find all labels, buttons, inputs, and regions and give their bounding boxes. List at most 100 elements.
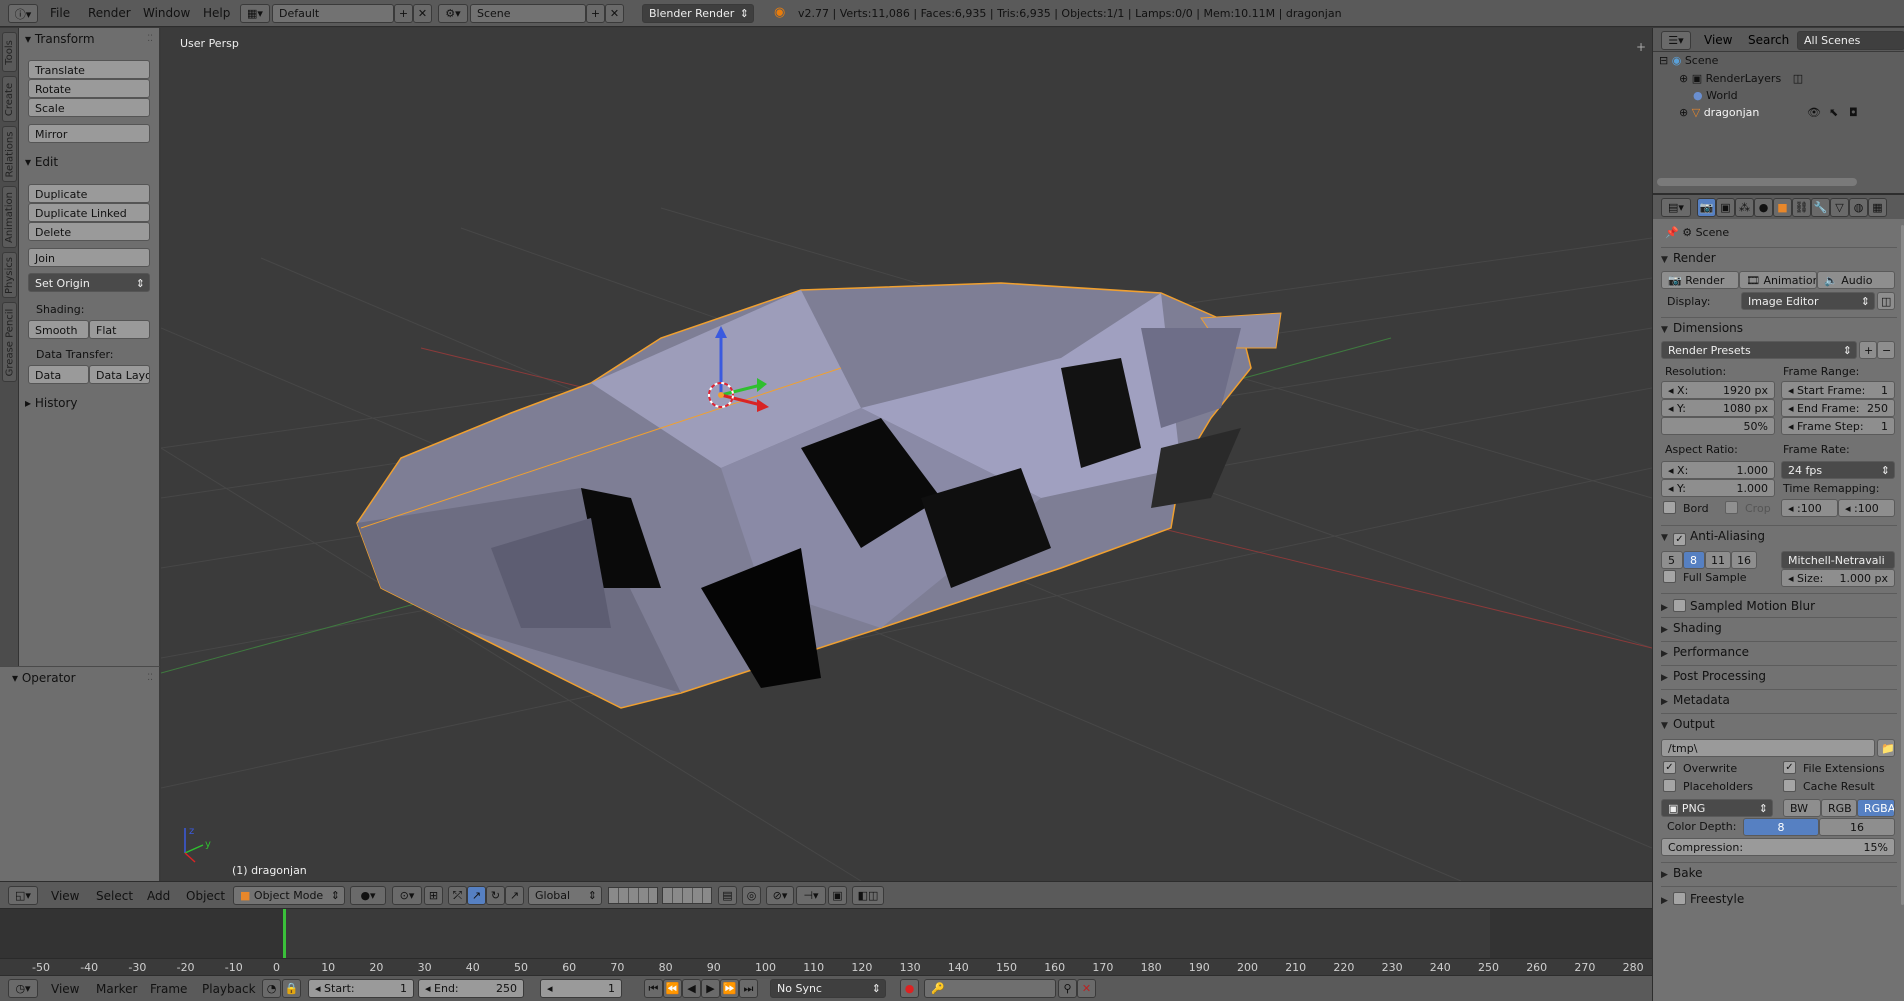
object-context-icon[interactable]: ■ <box>1773 198 1792 217</box>
translate-manipulator-icon[interactable]: ⤱ <box>448 886 467 905</box>
edit-panel-header[interactable]: ▾ Edit <box>25 155 58 169</box>
timeline-area[interactable]: -50 -40 -30 -20 -10 0 10 20 30 40 50 60 70 80 90 100 110… <box>0 908 1652 976</box>
cache-result-checkbox[interactable] <box>1783 779 1796 792</box>
record-icon[interactable]: ● <box>900 979 919 998</box>
shading-panel-header[interactable]: ▶ Shading <box>1661 617 1897 639</box>
resolution-y-field[interactable]: ◂ Y: 1080 px <box>1661 399 1775 417</box>
frame-step-field[interactable]: ◂ Frame Step: 1 <box>1781 417 1895 435</box>
aspect-x-field[interactable]: ◂ X: 1.000 <box>1661 461 1775 479</box>
play-reverse-icon[interactable]: ◀ <box>682 979 701 998</box>
remove-preset-icon[interactable]: − <box>1877 341 1895 359</box>
delete-scene-icon[interactable]: ✕ <box>605 4 624 23</box>
color-mode-rgb[interactable]: RGB <box>1821 799 1857 817</box>
viewport-shading-icon[interactable]: ●▾ <box>350 886 386 905</box>
start-frame-field[interactable]: ◂ Start Frame: 1 <box>1781 381 1895 399</box>
menu-view[interactable]: View <box>51 982 79 996</box>
aa-samples-8[interactable]: 8 <box>1683 551 1705 569</box>
renderlayer-toggle-icon[interactable]: ◫ <box>1793 72 1803 85</box>
snap-target-icon[interactable]: ▣ <box>828 886 847 905</box>
bake-panel-header[interactable]: ▶ Bake <box>1661 862 1897 884</box>
proportional-edit-icon[interactable]: ◎ <box>742 886 761 905</box>
jump-keyframe-forward-icon[interactable]: ⏩ <box>720 979 739 998</box>
layer-buttons-a[interactable] <box>608 887 658 904</box>
menu-help[interactable]: Help <box>203 6 230 20</box>
border-checkbox[interactable] <box>1663 501 1676 514</box>
animation-button[interactable]: 🎞 Animation <box>1739 271 1817 289</box>
menu-add[interactable]: Add <box>147 889 170 903</box>
overwrite-checkbox[interactable]: ✓ <box>1663 761 1676 774</box>
filter-size-field[interactable]: ◂ Size: 1.000 px <box>1781 569 1895 587</box>
manipulator-toggle-icon[interactable]: ⊞ <box>424 886 443 905</box>
info-editor-icon[interactable]: ⓘ▾ <box>8 4 38 23</box>
file-extensions-checkbox[interactable]: ✓ <box>1783 761 1796 774</box>
resolution-x-field[interactable]: ◂ X: 1920 px <box>1661 381 1775 399</box>
snap-element-icon[interactable]: ⊣▾ <box>796 886 826 905</box>
outliner-item-world[interactable]: ● World <box>1693 89 1893 106</box>
operator-panel-header[interactable]: ▾ Operator <box>12 671 76 685</box>
crop-checkbox[interactable] <box>1725 501 1738 514</box>
translate-button[interactable]: Translate <box>28 60 150 79</box>
color-depth-8[interactable]: 8 <box>1743 818 1819 836</box>
tab-animation[interactable]: Animation <box>2 186 17 248</box>
render-preview-icon[interactable]: ◧◫ <box>852 886 884 905</box>
folder-browse-icon[interactable]: 📁 <box>1877 739 1895 757</box>
color-depth-16[interactable]: 16 <box>1819 818 1895 836</box>
motion-blur-checkbox[interactable] <box>1673 599 1686 612</box>
menu-frame[interactable]: Frame <box>150 982 187 996</box>
render-button[interactable]: 📷 Render <box>1661 271 1739 289</box>
add-preset-icon[interactable]: + <box>1859 341 1877 359</box>
dimensions-panel-header[interactable]: ▼ Dimensions <box>1661 317 1897 339</box>
renderlayers-context-icon[interactable]: ▣ <box>1716 198 1735 217</box>
rotate-button[interactable]: Rotate <box>28 79 150 98</box>
rotate-manipulator-icon[interactable]: ↗ <box>467 886 486 905</box>
insert-keyframe-icon[interactable]: ⚲ <box>1058 979 1077 998</box>
add-region-icon[interactable]: + <box>1636 40 1646 54</box>
post-processing-panel-header[interactable]: ▶ Post Processing <box>1661 665 1897 687</box>
delete-layout-icon[interactable]: ✕ <box>413 4 432 23</box>
freestyle-panel-header[interactable]: ▶ Freestyle <box>1661 886 1897 908</box>
duplicate-linked-button[interactable]: Duplicate Linked <box>28 203 150 222</box>
freestyle-checkbox[interactable] <box>1673 892 1686 905</box>
menu-view[interactable]: View <box>51 889 79 903</box>
color-mode-rgba[interactable]: RGBA <box>1857 799 1895 817</box>
outliner-scrollbar[interactable] <box>1657 178 1857 186</box>
properties-editor-icon[interactable]: ▤▾ <box>1661 198 1691 217</box>
world-context-icon[interactable]: ● <box>1754 198 1773 217</box>
tab-tools[interactable]: Tools <box>2 32 17 72</box>
mode-select[interactable]: ■ Object Mode ⇕ <box>233 886 345 905</box>
render-presets-select[interactable]: Render Presets ⇕ <box>1661 341 1857 359</box>
modifiers-context-icon[interactable]: 🔧 <box>1811 198 1830 217</box>
selectability-cursor-icon[interactable]: ⬉ <box>1829 106 1838 119</box>
display-select[interactable]: Image Editor ⇕ <box>1741 292 1875 310</box>
tab-grease-pencil[interactable]: Grease Pencil <box>2 302 17 382</box>
add-layout-icon[interactable]: + <box>394 4 413 23</box>
transform-panel-header[interactable]: ▾ Transform <box>25 32 95 46</box>
frame-rate-select[interactable]: 24 fps ⇕ <box>1781 461 1895 479</box>
resolution-percentage-field[interactable]: 50% <box>1661 417 1775 435</box>
jump-keyframe-back-icon[interactable]: ⏪ <box>663 979 682 998</box>
outliner-item-scene[interactable]: ⊟ ◉ Scene <box>1659 54 1899 71</box>
constraints-context-icon[interactable]: ⛓ <box>1792 198 1811 217</box>
orientation-select[interactable]: Global ⇕ <box>528 886 602 905</box>
scale-manipulator-icon[interactable]: ↻ <box>486 886 505 905</box>
mirror-button[interactable]: Mirror <box>28 124 150 143</box>
flat-button[interactable]: Flat <box>89 320 150 339</box>
aa-filter-select[interactable]: Mitchell-Netravali <box>1781 551 1895 569</box>
history-panel-header[interactable]: ▸ History <box>25 396 78 410</box>
layout-name-field[interactable]: Default <box>272 4 394 23</box>
scene-context-icon[interactable]: ⁂ <box>1735 198 1754 217</box>
render-engine-select[interactable]: Blender Render ⇕ <box>642 4 754 23</box>
aa-samples-5[interactable]: 5 <box>1661 551 1683 569</box>
smooth-button[interactable]: Smooth <box>28 320 89 339</box>
material-context-icon[interactable]: ◍ <box>1849 198 1868 217</box>
output-path-field[interactable]: /tmp\ <box>1661 739 1875 757</box>
data-context-icon[interactable]: ▽ <box>1830 198 1849 217</box>
set-origin-menu[interactable]: Set Origin ⇕ <box>28 273 150 292</box>
texture-context-icon[interactable]: ▦ <box>1868 198 1887 217</box>
menu-view[interactable]: View <box>1704 33 1732 47</box>
menu-select[interactable]: Select <box>96 889 133 903</box>
render-panel-header[interactable]: ▼ Render <box>1661 247 1897 269</box>
duplicate-button[interactable]: Duplicate <box>28 184 150 203</box>
scene-name-field[interactable]: Scene <box>470 4 586 23</box>
end-frame-field[interactable]: ◂ End Frame: 250 <box>1781 399 1895 417</box>
